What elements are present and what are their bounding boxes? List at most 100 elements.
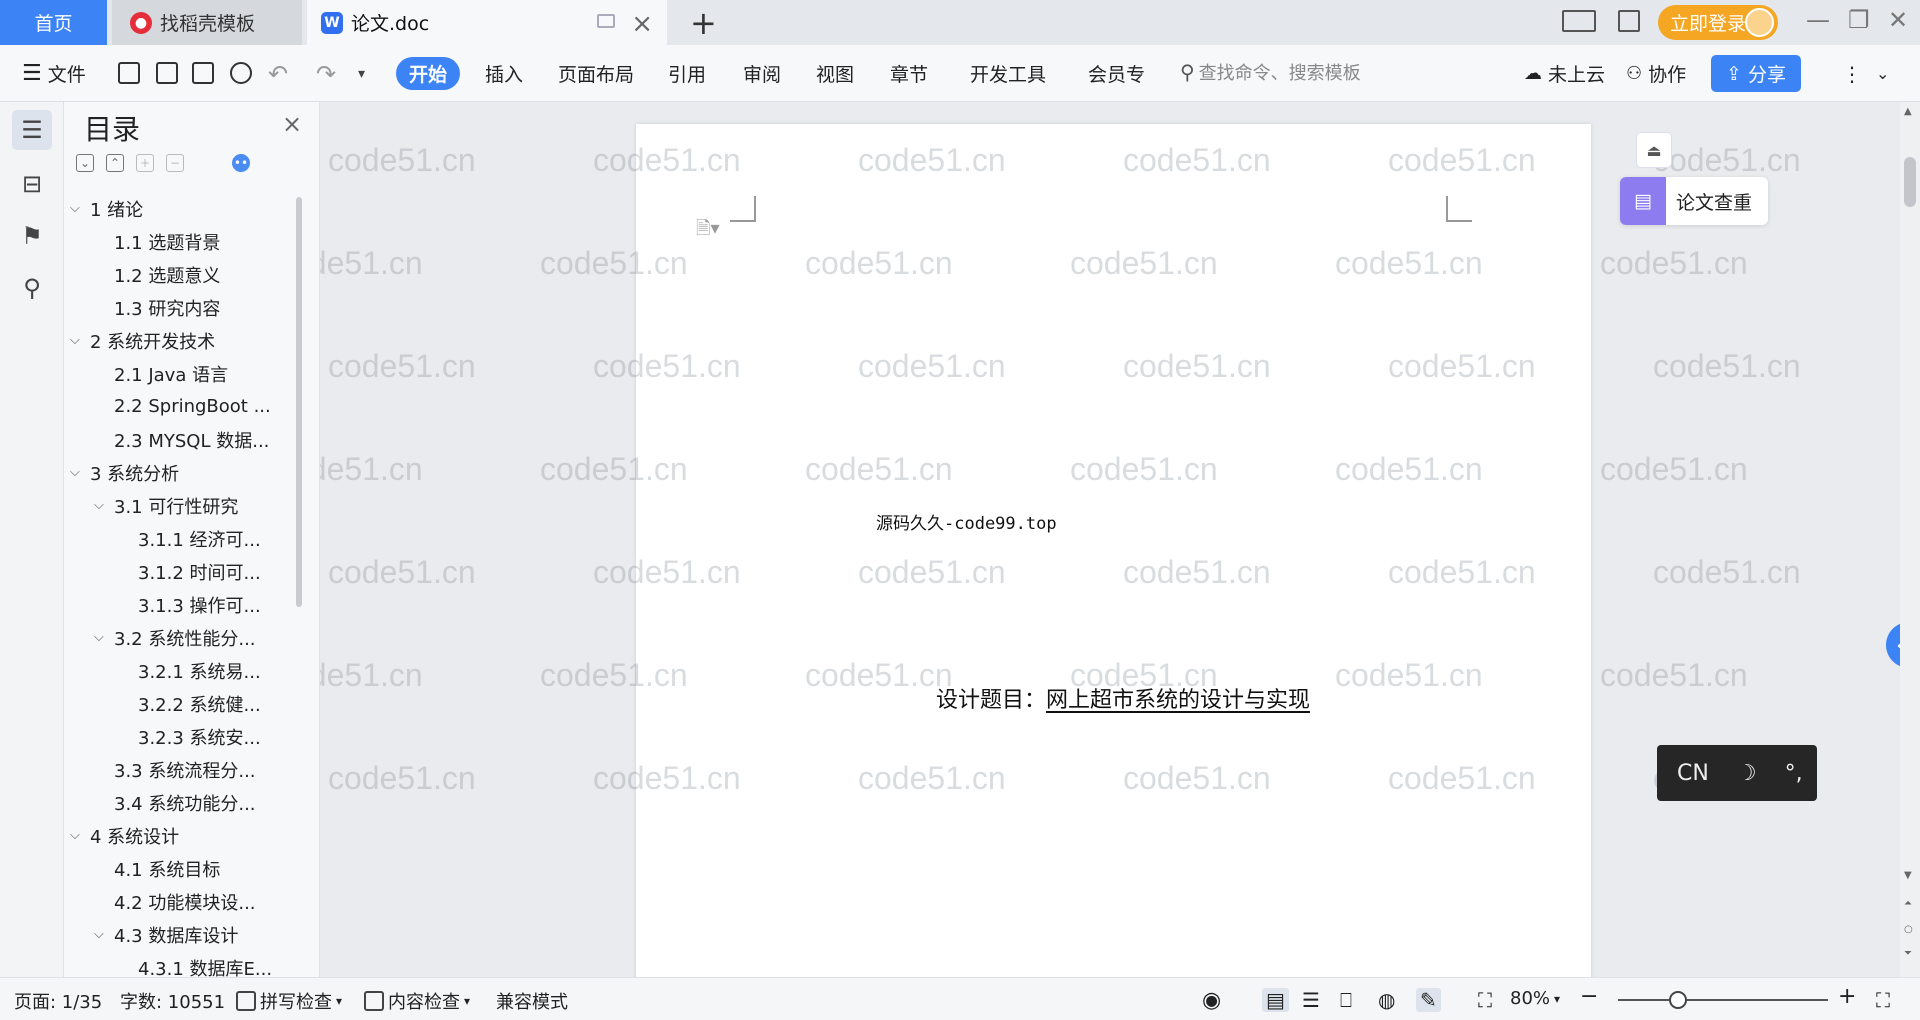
content-check-button[interactable]: 内容检查 ▾ <box>364 988 470 1014</box>
close-window-icon[interactable]: ✕ <box>1888 6 1908 34</box>
command-search[interactable]: ⚲ 查找命令、搜索模板 <box>1180 59 1361 85</box>
apps-grid-icon[interactable] <box>1618 10 1640 32</box>
toc-item[interactable]: 3.4 系统功能分... <box>70 786 300 819</box>
find-icon[interactable]: ⚲ <box>12 268 52 308</box>
toc-item[interactable]: 3.3 系统流程分... <box>70 753 300 786</box>
outline-view-icon[interactable]: ☰ <box>1302 988 1320 1012</box>
more-tabs-chevron-icon[interactable]: › <box>1138 45 1144 102</box>
toc-item[interactable]: ⌵ 2 系统开发技术 <box>70 324 300 357</box>
ime-toolbar[interactable]: CN ☽ °, <box>1657 745 1817 801</box>
remove-heading-icon[interactable]: − <box>166 154 184 172</box>
eye-protection-icon[interactable]: ◉ <box>1202 988 1221 1013</box>
toc-item[interactable]: ⌵ 3.2 系统性能分... <box>70 621 300 654</box>
redo-icon[interactable]: ↷ <box>316 45 336 102</box>
toc-item[interactable]: 4.1 系统目标 <box>70 852 300 885</box>
chevron-down-icon[interactable]: ⌵ <box>70 828 90 843</box>
toc-item[interactable]: 4.3.1 数据库E... <box>70 951 300 978</box>
toc-panel-icon[interactable]: ☰ <box>12 110 52 150</box>
toc-item[interactable]: 3.1.3 操作可... <box>70 588 300 621</box>
collapse-all-icon[interactable]: ⌃ <box>106 154 124 172</box>
close-tab-icon[interactable]: × <box>631 9 653 39</box>
tab-start[interactable]: 开始 <box>396 57 460 90</box>
toc-item[interactable]: 3.1.2 时间可... <box>70 555 300 588</box>
toc-item[interactable]: 4.2 功能模块设... <box>70 885 300 918</box>
close-icon[interactable]: × <box>282 110 302 138</box>
prev-page-icon[interactable]: ⏶ <box>1904 898 1912 909</box>
tab-references[interactable]: 引用 <box>668 45 706 102</box>
word-count[interactable]: 字数: 10551 <box>120 988 225 1014</box>
tab-review[interactable]: 审阅 <box>743 45 781 102</box>
document-page[interactable]: 🗎▾ 源码久久-code99.top 设计题目：网上超市系统的设计与实现 <box>636 124 1591 977</box>
zoom-slider[interactable] <box>1618 991 1828 1009</box>
tab-home[interactable]: 首页 <box>0 0 107 45</box>
chevron-down-icon[interactable]: ⌵ <box>94 630 114 645</box>
tab-developer[interactable]: 开发工具 <box>970 45 1046 102</box>
print-preview-icon[interactable] <box>230 62 252 84</box>
chevron-down-icon[interactable]: ⌵ <box>70 333 90 348</box>
ai-assistant-icon[interactable]: •• <box>232 154 250 172</box>
chevron-down-icon[interactable]: ⌵ <box>70 201 90 216</box>
expand-all-icon[interactable]: ⌄ <box>76 154 94 172</box>
layout-icon[interactable] <box>1562 10 1596 32</box>
page-view-icon[interactable]: ▤ <box>1262 988 1289 1012</box>
toc-item[interactable]: 2.2 SpringBoot ... <box>70 390 300 423</box>
share-button[interactable]: ⇪ 分享 <box>1711 55 1801 92</box>
toc-scrollbar[interactable] <box>296 197 302 607</box>
minimize-icon[interactable]: — <box>1806 6 1830 34</box>
punctuation-icon[interactable]: °, <box>1785 761 1803 786</box>
scrollbar-thumb[interactable] <box>1904 157 1916 207</box>
toc-item[interactable]: 3.2.3 系统安... <box>70 720 300 753</box>
next-page-icon[interactable]: ⏷ <box>1904 948 1912 959</box>
export-pdf-icon[interactable] <box>156 62 178 84</box>
chevron-down-icon[interactable]: ⌵ <box>70 465 90 480</box>
toc-item[interactable]: ⌵ 1 绪论 <box>70 192 300 225</box>
fit-page-icon[interactable]: ⛶ <box>1478 988 1492 1012</box>
undo-icon[interactable]: ↶ <box>268 45 288 102</box>
document-canvas[interactable]: 🗎▾ 源码久久-code99.top 设计题目：网上超市系统的设计与实现 cod… <box>320 102 1900 977</box>
write-mode-icon[interactable]: ✎ <box>1416 988 1441 1012</box>
quick-access-dropdown-icon[interactable]: ▾ <box>358 45 365 102</box>
monitor-icon[interactable] <box>597 14 615 28</box>
toc-item[interactable]: ⌵ 3.1 可行性研究 <box>70 489 300 522</box>
spell-check-button[interactable]: 拼写检查 ▾ <box>236 988 342 1014</box>
login-button[interactable]: 立即登录 <box>1658 5 1778 40</box>
page-indicator[interactable]: 页面: 1/35 <box>14 988 102 1014</box>
zoom-in-icon[interactable]: + <box>1838 984 1856 1009</box>
zoom-level[interactable]: 80% ▾ <box>1510 988 1560 1009</box>
expand-panel-chevron-icon[interactable]: ‹ <box>1886 622 1900 668</box>
plagiarism-check-button[interactable]: ▤ 论文查重 <box>1620 177 1768 225</box>
fullscreen-icon[interactable]: ⛶ <box>1876 988 1890 1012</box>
toc-item[interactable]: 2.3 MYSQL 数据... <box>70 423 300 456</box>
toc-item[interactable]: 1.2 选题意义 <box>70 258 300 291</box>
toc-item[interactable]: 3.2.1 系统易... <box>70 654 300 687</box>
collapse-side-icon[interactable]: ⏏ <box>1636 132 1672 168</box>
add-heading-icon[interactable]: + <box>136 154 154 172</box>
tab-member[interactable]: 会员专 <box>1088 45 1145 102</box>
cloud-status[interactable]: ☁ 未上云 <box>1524 45 1605 102</box>
paste-options-icon[interactable]: 🗎▾ <box>696 216 720 246</box>
print-icon[interactable] <box>192 62 214 84</box>
zoom-out-icon[interactable]: − <box>1580 984 1598 1009</box>
zoom-slider-knob[interactable] <box>1669 991 1687 1009</box>
collapse-ribbon-icon[interactable]: ⌄ <box>1876 45 1889 102</box>
bookmark-icon[interactable]: ⚑ <box>12 216 52 256</box>
restore-icon[interactable]: ❐ <box>1848 6 1870 34</box>
toc-item[interactable]: ⌵ 4 系统设计 <box>70 819 300 852</box>
tab-chapter[interactable]: 章节 <box>890 45 928 102</box>
new-tab-button[interactable]: + <box>690 4 717 42</box>
save-icon[interactable] <box>118 62 140 84</box>
vertical-scrollbar[interactable]: ▲ ▼ ⏶ ○ ⏷ <box>1900 102 1920 977</box>
select-browse-icon[interactable]: ○ <box>1904 924 1913 935</box>
toc-item[interactable]: 2.1 Java 语言 <box>70 357 300 390</box>
outline-icon[interactable]: ⊟ <box>12 164 52 204</box>
ime-language[interactable]: CN <box>1677 761 1709 786</box>
toc-item[interactable]: 3.1.1 经济可... <box>70 522 300 555</box>
chevron-down-icon[interactable]: ⌵ <box>94 498 114 513</box>
scroll-up-icon[interactable]: ▲ <box>1904 106 1912 117</box>
tab-view[interactable]: 视图 <box>816 45 854 102</box>
tab-insert[interactable]: 插入 <box>485 45 523 102</box>
toc-item[interactable]: 1.3 研究内容 <box>70 291 300 324</box>
scroll-down-icon[interactable]: ▼ <box>1904 870 1912 881</box>
tab-document[interactable]: W 论文.doc × <box>307 0 667 45</box>
toc-item[interactable]: 3.2.2 系统健... <box>70 687 300 720</box>
